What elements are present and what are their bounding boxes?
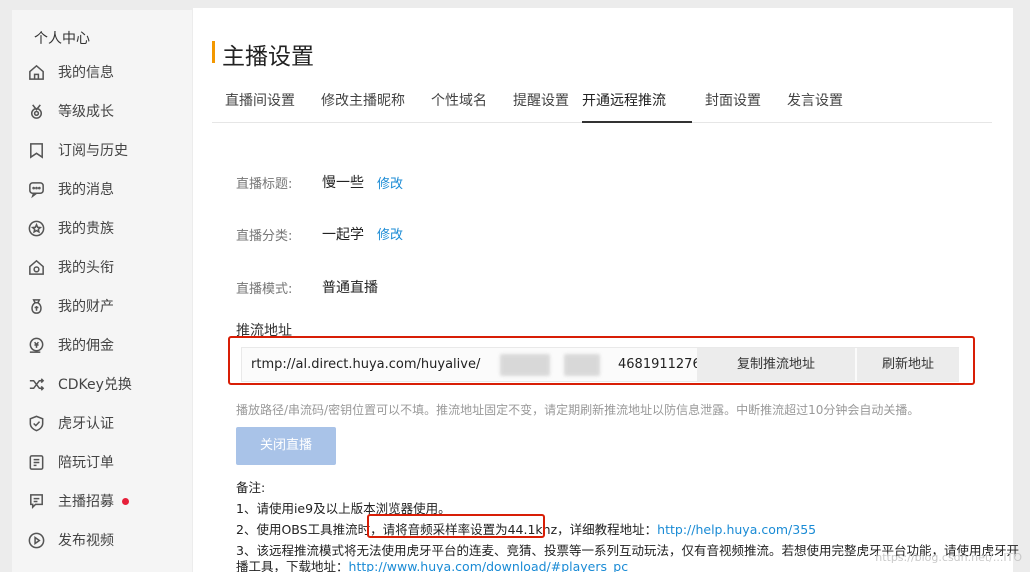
sidebar-item-label: 发布视频	[58, 533, 114, 549]
sidebar: 个人中心 我的信息 等级成长 订阅与历史 我的消息 我的贵族 我的头衔 我的财产…	[12, 10, 192, 572]
close-live-button[interactable]: 关闭直播	[236, 427, 336, 465]
help-link[interactable]: http://help.huya.com/355	[657, 522, 816, 537]
sidebar-item-label: 陪玩订单	[58, 455, 114, 471]
sidebar-item-publish-video[interactable]: 发布视频	[26, 525, 114, 555]
star-icon	[26, 218, 46, 238]
settings-tabs: 直播间设置 修改主播昵称 个性域名 提醒设置 开通远程推流 封面设置 发言设置	[212, 90, 992, 123]
note-line-4-prefix: 播工具，下载地址：	[236, 559, 349, 572]
sidebar-item-orders[interactable]: 陪玩订单	[26, 447, 114, 477]
note-line-4: 播工具，下载地址：http://www.huya.com/download/#p…	[236, 556, 628, 572]
home-icon	[26, 62, 46, 82]
live-category-value: 一起学	[322, 227, 364, 243]
sidebar-item-label: 虎牙认证	[58, 416, 114, 432]
copy-url-button[interactable]: 复制推流地址	[697, 348, 855, 381]
sidebar-item-label: 我的贵族	[58, 221, 114, 237]
tab-change-nickname[interactable]: 修改主播昵称	[321, 90, 405, 123]
edit-category-link[interactable]: 修改	[377, 224, 403, 243]
sidebar-item-nobility[interactable]: 我的贵族	[26, 213, 114, 243]
push-url-field[interactable]: rtmp://al.direct.huya.com/huyalive/ 4681…	[241, 347, 959, 382]
tab-remote-push[interactable]: 开通远程推流	[582, 90, 692, 123]
live-title-value: 慢一些	[322, 175, 364, 191]
live-mode-label: 直播模式:	[236, 282, 293, 297]
redacted-area	[500, 354, 550, 376]
bookmark-icon	[26, 140, 46, 160]
sidebar-item-label: 订阅与历史	[58, 143, 128, 159]
sidebar-item-label: CDKey兑换	[58, 377, 132, 393]
push-hint-text: 播放路径/串流码/密钥位置可以不填。推流地址固定不变，请定期刷新推流地址以防信息…	[236, 403, 920, 417]
coin-hand-icon	[26, 335, 46, 355]
sidebar-item-recruit[interactable]: 主播招募	[26, 486, 129, 516]
badge-icon	[26, 257, 46, 277]
tab-room-settings[interactable]: 直播间设置	[225, 90, 295, 123]
note-line-2-prefix: 2、使用OBS工具推流时，	[236, 522, 383, 537]
sidebar-item-assets[interactable]: 我的财产	[26, 291, 114, 321]
sidebar-item-label: 我的头衔	[58, 260, 114, 276]
highlight-box-sample-rate	[367, 514, 545, 538]
money-bag-icon	[26, 296, 46, 316]
notification-dot	[122, 497, 129, 505]
download-link[interactable]: http://www.huya.com/download/#players_pc	[349, 559, 629, 572]
tab-cover[interactable]: 封面设置	[705, 90, 761, 123]
main-panel: 主播设置 直播间设置 修改主播昵称 个性域名 提醒设置 开通远程推流 封面设置 …	[193, 8, 1019, 572]
tab-custom-domain[interactable]: 个性域名	[431, 90, 487, 123]
refresh-url-button[interactable]: 刷新地址	[857, 348, 959, 381]
sidebar-item-subscriptions[interactable]: 订阅与历史	[26, 135, 128, 165]
sidebar-item-label: 我的信息	[58, 65, 114, 81]
medal-icon	[26, 101, 46, 121]
sidebar-item-cdkey[interactable]: CDKey兑换	[26, 369, 132, 399]
sidebar-item-level[interactable]: 等级成长	[26, 96, 114, 126]
sidebar-title: 个人中心	[34, 31, 90, 47]
note-line-2-mid: 详细教程地址：	[569, 522, 658, 537]
sidebar-item-my-info[interactable]: 我的信息	[26, 57, 114, 87]
live-title-label: 直播标题:	[236, 177, 293, 192]
tab-reminders[interactable]: 提醒设置	[513, 90, 569, 123]
live-category-label: 直播分类:	[236, 229, 293, 244]
notes-heading: 备注:	[236, 480, 266, 495]
edit-title-link[interactable]: 修改	[377, 173, 403, 192]
flag-icon	[26, 491, 46, 511]
play-icon	[26, 530, 46, 550]
watermark: https://blog.csdn.net/...ITO	[875, 551, 1022, 564]
sidebar-item-verification[interactable]: 虎牙认证	[26, 408, 114, 438]
tab-chat[interactable]: 发言设置	[787, 90, 843, 123]
sidebar-item-label: 我的消息	[58, 182, 114, 198]
sidebar-item-titles[interactable]: 我的头衔	[26, 252, 114, 282]
redacted-area	[564, 354, 600, 376]
shield-icon	[26, 413, 46, 433]
sidebar-item-messages[interactable]: 我的消息	[26, 174, 114, 204]
push-url-prefix: rtmp://al.direct.huya.com/huyalive/	[251, 357, 481, 372]
sidebar-item-label: 我的财产	[58, 299, 114, 315]
order-icon	[26, 452, 46, 472]
live-mode-value: 普通直播	[322, 280, 378, 296]
sidebar-item-label: 我的佣金	[58, 338, 114, 354]
title-accent-bar	[212, 41, 215, 63]
sidebar-item-commission[interactable]: 我的佣金	[26, 330, 114, 360]
sidebar-item-label: 主播招募	[58, 494, 114, 510]
page-title: 主播设置	[222, 44, 314, 70]
sidebar-item-label: 等级成长	[58, 104, 114, 120]
shuffle-icon	[26, 374, 46, 394]
message-icon	[26, 179, 46, 199]
